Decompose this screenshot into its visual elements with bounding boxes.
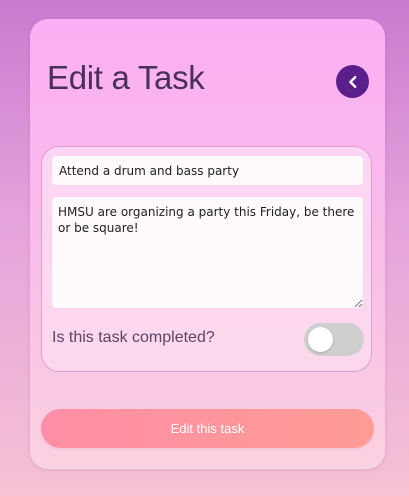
page-title: Edit a Task: [47, 59, 205, 96]
toggle-knob: [308, 327, 333, 352]
back-button[interactable]: [336, 65, 369, 98]
completed-toggle[interactable]: [304, 323, 364, 356]
chevron-left-icon: [348, 75, 356, 88]
task-description-textarea[interactable]: HMSU are organizing a party this Friday,…: [52, 197, 363, 308]
task-name-input[interactable]: [52, 156, 363, 185]
completed-label: Is this task completed?: [52, 329, 215, 346]
edit-task-card: Edit a Task HMSU are organizing a party …: [30, 19, 385, 469]
task-form: HMSU are organizing a party this Friday,…: [41, 146, 372, 372]
edit-task-button[interactable]: Edit this task: [41, 409, 374, 448]
